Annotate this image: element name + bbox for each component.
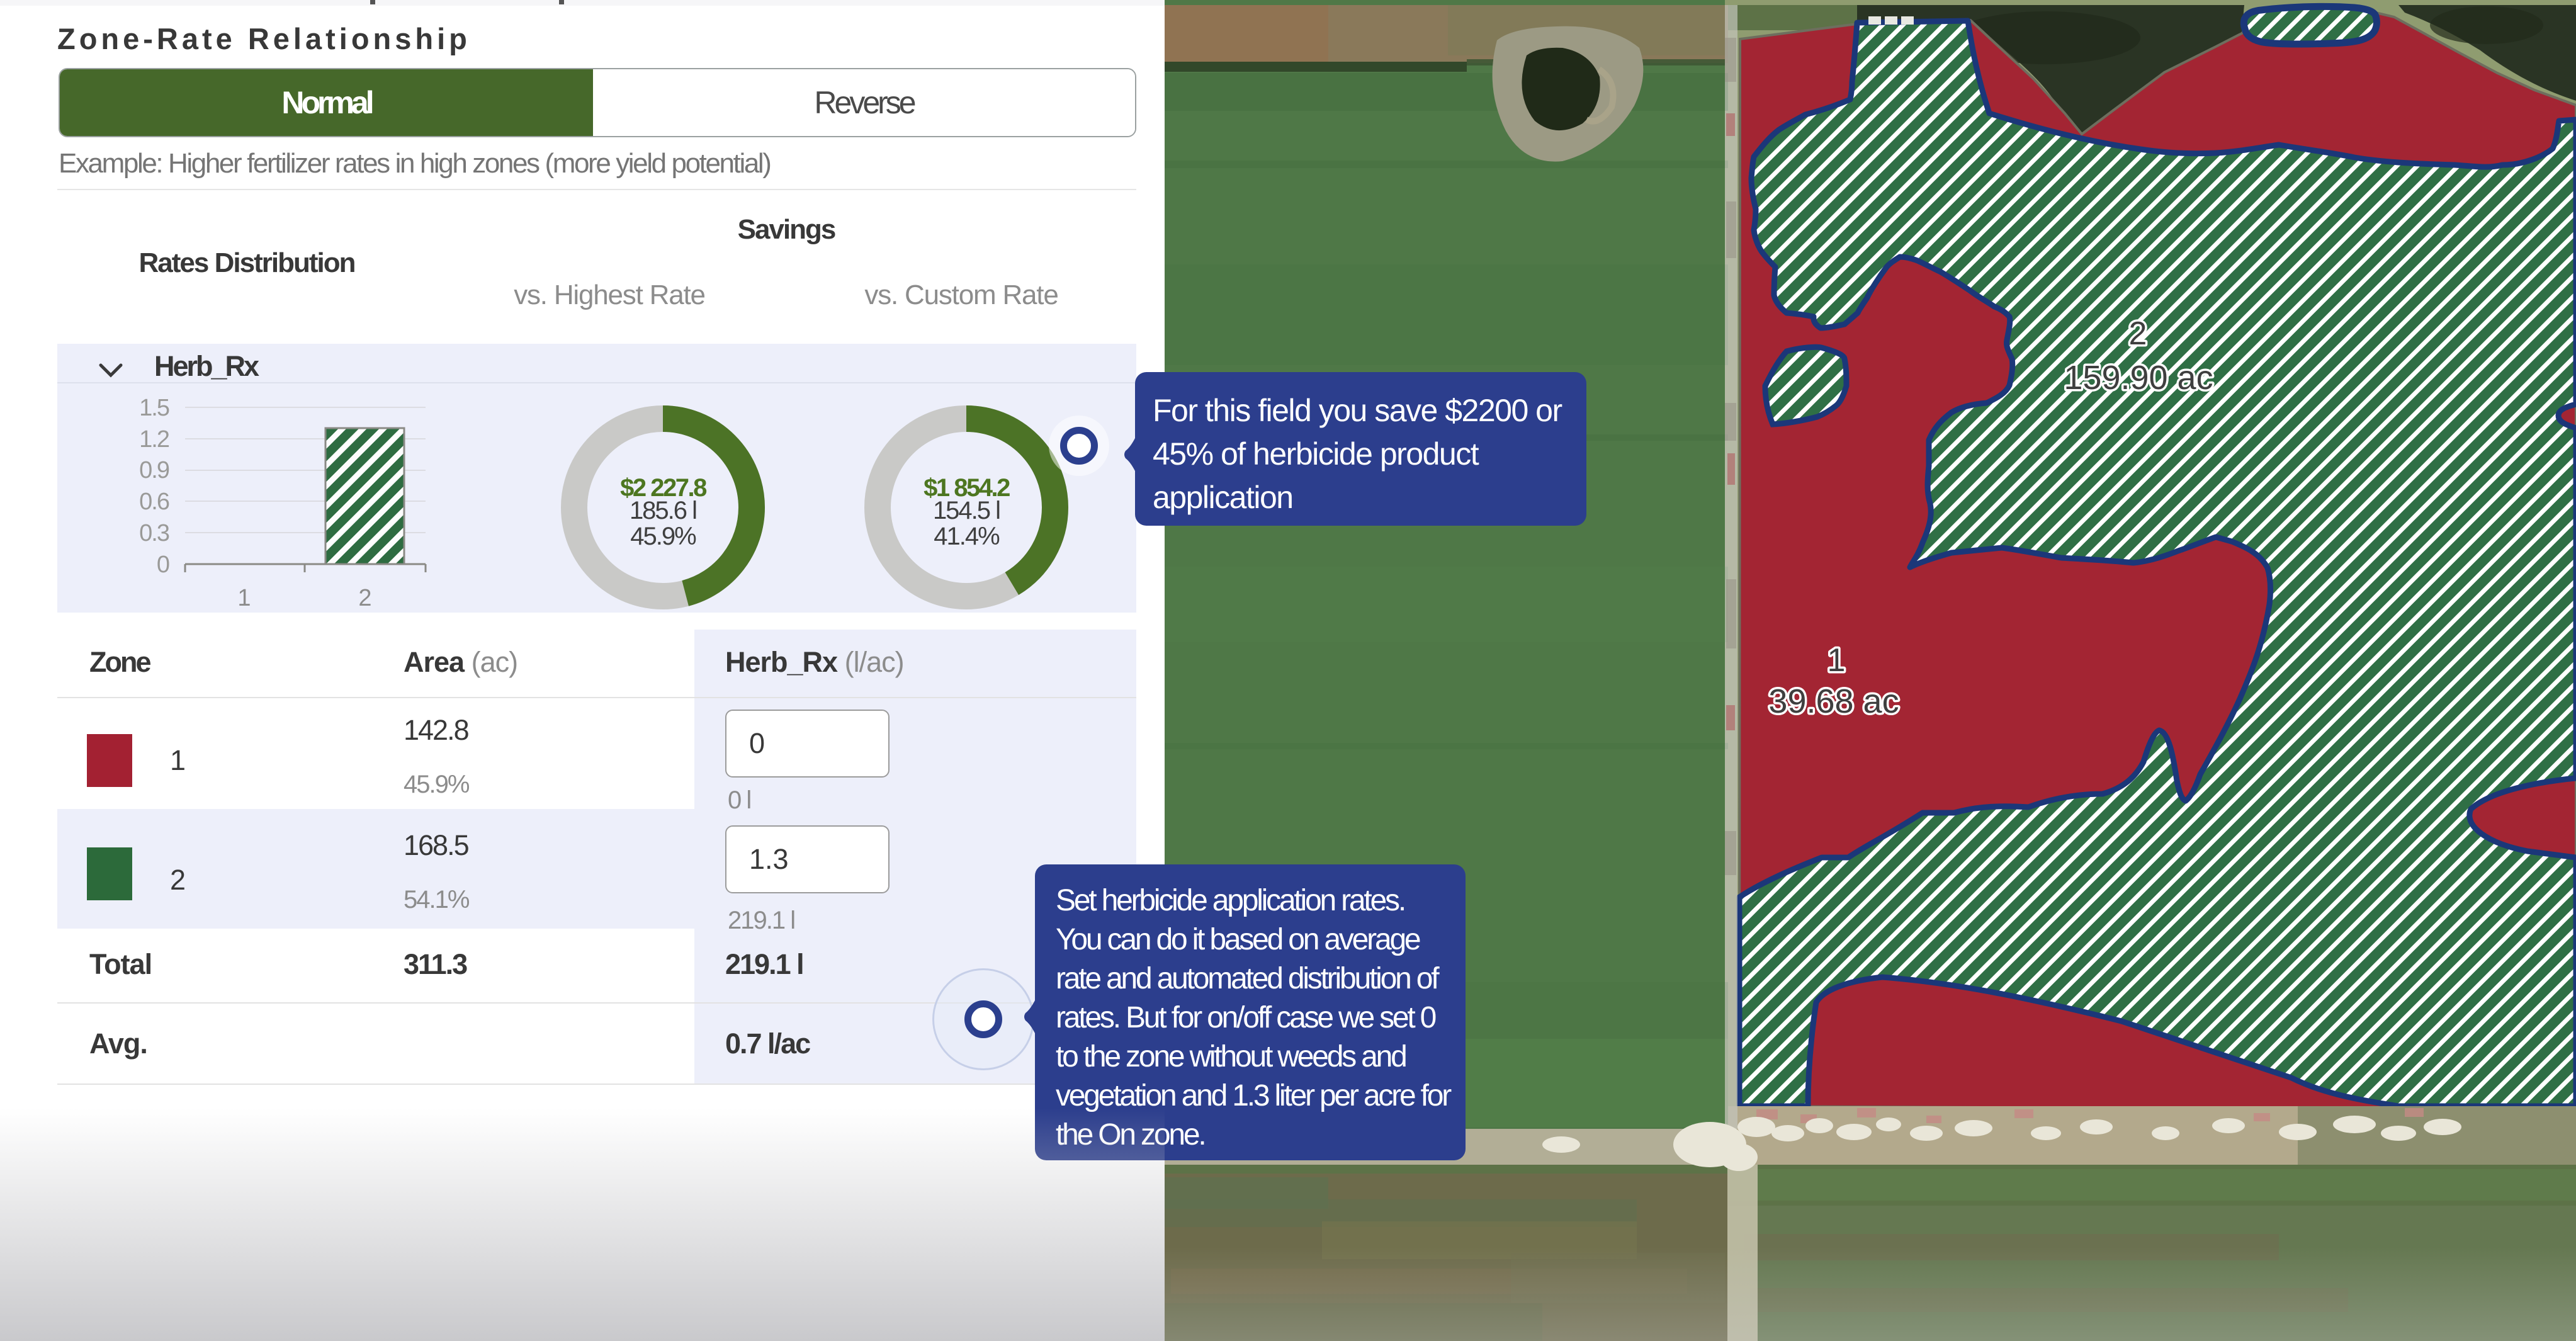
svg-text:2: 2 <box>358 585 371 611</box>
svg-text:159.90 ac: 159.90 ac <box>2064 359 2213 397</box>
svg-text:185.6 l: 185.6 l <box>630 497 696 524</box>
svg-text:45.9%: 45.9% <box>630 523 696 550</box>
svg-text:0.3: 0.3 <box>139 520 169 546</box>
svg-text:2: 2 <box>2129 315 2147 352</box>
svg-text:0: 0 <box>157 552 169 578</box>
svg-text:154.5 l: 154.5 l <box>933 497 1000 524</box>
svg-text:41.4%: 41.4% <box>934 523 1000 550</box>
svg-text:1: 1 <box>237 585 251 611</box>
svg-text:1: 1 <box>1827 642 1846 679</box>
svg-text:1.2: 1.2 <box>139 426 169 453</box>
svg-text:0.9: 0.9 <box>139 457 169 484</box>
svg-text:0.6: 0.6 <box>139 489 169 515</box>
svg-text:39.68 ac: 39.68 ac <box>1768 682 1899 720</box>
svg-text:1.5: 1.5 <box>139 395 169 421</box>
